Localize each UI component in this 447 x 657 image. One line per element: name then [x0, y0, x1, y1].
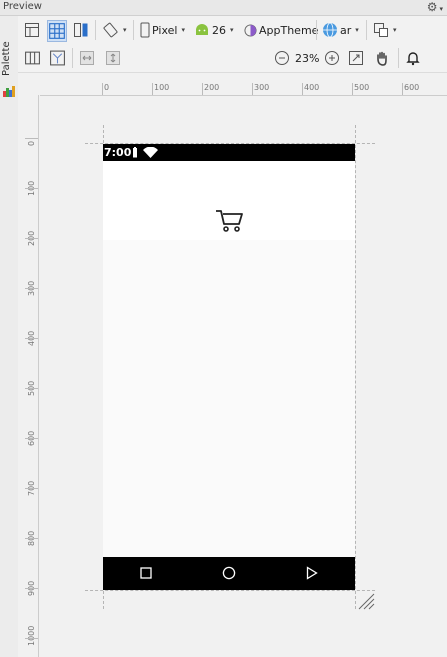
ruler-tick — [25, 588, 38, 589]
palette-tab-label[interactable]: Palette — [1, 38, 17, 80]
toolbar-separator — [133, 20, 134, 40]
status-time: 7:00 — [104, 146, 132, 159]
toolbar-separator — [72, 48, 73, 68]
left-ruler: 01002003004005006007008009001000 — [25, 95, 39, 657]
battery-icon — [133, 147, 137, 158]
toolbar-separator — [366, 20, 367, 40]
locale-label: ar — [340, 23, 352, 37]
ruler-tick-label: 200 — [204, 83, 220, 92]
zoom-level: 23% — [295, 51, 320, 65]
ruler-tick-label: 0 — [104, 83, 110, 92]
resize-handle-icon[interactable] — [357, 592, 375, 610]
frame-guide — [85, 590, 375, 591]
ruler-tick — [25, 638, 38, 639]
split-view-icon[interactable] — [73, 20, 89, 40]
ruler-tick — [25, 288, 38, 289]
orientation-button[interactable]: ▾ — [102, 20, 127, 40]
ruler-tick — [152, 83, 153, 95]
ruler-tick-label: 500 — [354, 83, 370, 92]
pan-icon[interactable] — [374, 48, 390, 68]
api-level-selector[interactable]: 26 ▾ — [194, 20, 234, 40]
design-view-icon[interactable] — [24, 20, 40, 40]
zoom-out-icon[interactable] — [274, 48, 290, 68]
home-icon[interactable] — [222, 566, 236, 580]
theme-label: AppTheme — [259, 23, 319, 37]
preview-title-bar: Preview ⚙ ▾ — [0, 0, 447, 16]
ruler-tick — [25, 238, 38, 239]
ruler-tick — [25, 488, 38, 489]
zoom-fit-icon[interactable] — [348, 48, 364, 68]
gear-icon[interactable]: ⚙ ▾ — [427, 0, 443, 14]
constraints-icon[interactable] — [49, 48, 66, 68]
toolbar-separator — [316, 20, 317, 40]
toolbar-separator — [95, 20, 96, 40]
status-bar: 7:00 — [103, 144, 355, 161]
expand-vertical-icon[interactable] — [105, 48, 121, 68]
toolbar-separator — [398, 48, 399, 68]
back-icon[interactable] — [306, 566, 318, 580]
theme-icon — [244, 23, 257, 37]
blueprint-view-icon[interactable] — [47, 20, 67, 42]
ruler-tick — [252, 83, 253, 95]
ruler-tick — [202, 83, 203, 95]
layout-variants-icon — [374, 23, 388, 37]
ruler-tick — [25, 338, 38, 339]
locale-selector[interactable]: ar ▾ — [322, 20, 359, 40]
palette-strip[interactable]: Palette — [0, 16, 19, 657]
design-toolbar: ▾ Pixel ▾ 26 ▾ AppTheme ar ▾ ▾ — [18, 16, 447, 45]
bell-icon[interactable] — [405, 48, 421, 68]
recents-icon[interactable] — [140, 567, 152, 579]
ruler-tick — [25, 138, 38, 139]
top-ruler: 0 100 200 300 400 500 600 — [40, 83, 447, 96]
ruler-tick-label: 100 — [154, 83, 170, 92]
android-icon — [196, 24, 208, 35]
frame-guide — [355, 125, 356, 609]
view-toolbar: 23% — [18, 44, 447, 73]
api-level-label: 26 — [212, 23, 226, 37]
ruler-tick — [25, 538, 38, 539]
app-header-area — [103, 161, 355, 240]
preview-title: Preview — [3, 1, 42, 12]
ruler-tick-label: 400 — [304, 83, 320, 92]
ruler-tick — [102, 83, 103, 95]
device-icon — [140, 22, 150, 38]
ruler-tick-label: 0 — [27, 140, 36, 146]
wifi-icon — [143, 147, 158, 158]
globe-icon — [323, 22, 337, 38]
ruler-tick — [25, 188, 38, 189]
ruler-tick-label: 1000 — [27, 625, 36, 646]
layout-variants-button[interactable]: ▾ — [373, 20, 397, 40]
ruler-tick-label: 300 — [254, 83, 270, 92]
ruler-tick — [302, 83, 303, 95]
zoom-in-icon[interactable] — [324, 48, 340, 68]
device-label: Pixel — [152, 23, 178, 37]
columns-icon[interactable] — [24, 48, 41, 68]
device-selector[interactable]: Pixel ▾ — [140, 20, 185, 40]
ruler-tick — [402, 83, 403, 95]
theme-selector[interactable]: AppTheme — [244, 20, 318, 40]
ruler-tick — [25, 388, 38, 389]
palette-icon — [3, 86, 15, 97]
cart-icon[interactable] — [215, 209, 245, 233]
ruler-tick-label: 600 — [404, 83, 420, 92]
device-screen[interactable]: 7:00 — [103, 144, 355, 590]
orientation-icon — [103, 22, 118, 38]
expand-horizontal-icon[interactable] — [79, 48, 95, 68]
ruler-tick — [25, 438, 38, 439]
navigation-bar — [103, 557, 355, 590]
ruler-tick — [352, 83, 353, 95]
